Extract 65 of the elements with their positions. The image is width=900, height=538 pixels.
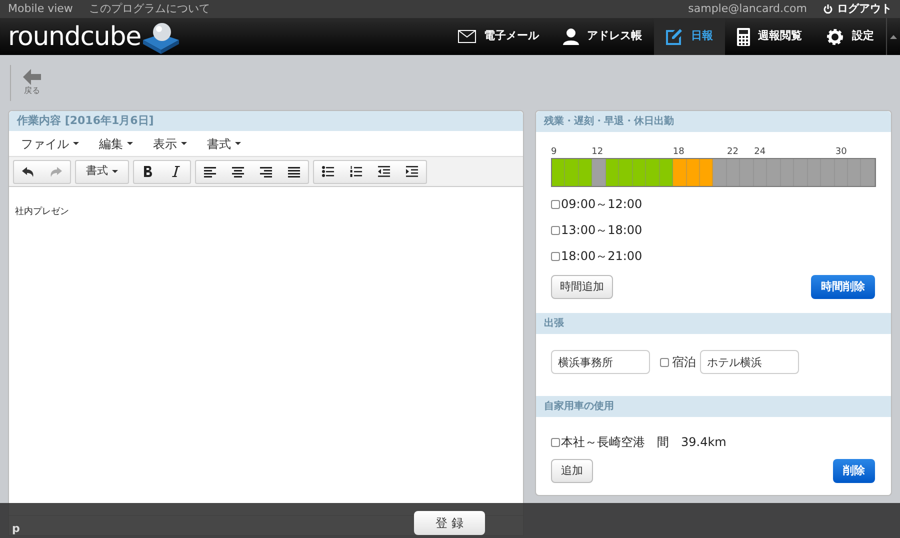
stay-checkbox[interactable]: 宿泊 bbox=[660, 353, 696, 371]
logo[interactable]: roundcube bbox=[0, 20, 181, 54]
top-link[interactable]: このプログラムについて bbox=[88, 0, 210, 18]
caret-icon bbox=[73, 142, 79, 145]
nav-tab[interactable]: 週報閲覧 bbox=[725, 18, 814, 55]
hour-label: 24 bbox=[754, 146, 766, 159]
delete-button[interactable]: 削除 bbox=[833, 459, 875, 483]
section-title: 自家用車の使用 bbox=[536, 396, 891, 417]
hour-label: 30 bbox=[835, 146, 847, 159]
editor-text[interactable]: 社内プレゼン bbox=[15, 207, 69, 217]
back-button[interactable]: 戻る bbox=[10, 64, 45, 100]
time-slot-checkbox[interactable]: 18:00～21:00 bbox=[551, 247, 876, 265]
menu-item[interactable]: ファイル bbox=[21, 134, 79, 152]
calculator-icon bbox=[737, 28, 750, 46]
settings-icon bbox=[826, 28, 844, 46]
undo-icon bbox=[22, 166, 34, 176]
nav-tab[interactable]: 設定 bbox=[814, 18, 886, 55]
nav-tab[interactable]: 電子メール bbox=[446, 18, 551, 55]
time-slot-checkbox[interactable]: 13:00～18:00 bbox=[551, 221, 876, 239]
user-email: sample@lancard.com bbox=[688, 0, 807, 17]
caret-icon bbox=[235, 142, 241, 145]
section-title: 出張 bbox=[536, 313, 891, 334]
nav-tab[interactable]: 日報 bbox=[654, 18, 725, 55]
bullet-list-icon bbox=[322, 166, 334, 177]
indent-icon bbox=[406, 166, 418, 177]
section-title: 残業・遅刻・早退・休日出勤 bbox=[536, 111, 891, 132]
menu-item[interactable]: 表示 bbox=[153, 134, 187, 152]
top-link[interactable]: Mobile view bbox=[8, 0, 73, 18]
hotel-field[interactable]: ホテル横浜 bbox=[700, 350, 799, 374]
caret-icon bbox=[112, 170, 118, 173]
justify-icon bbox=[288, 166, 300, 178]
route-checkbox[interactable]: 本社～長崎空港 間 39.4km bbox=[551, 433, 876, 451]
hour-label: 18 bbox=[672, 146, 684, 159]
submit-button[interactable]: 登 録 bbox=[414, 511, 485, 535]
align-right-icon bbox=[260, 166, 272, 178]
time-slot-checkbox[interactable]: 09:00～12:00 bbox=[551, 195, 876, 213]
caret-icon bbox=[127, 142, 133, 145]
format-dropdown[interactable]: 書式 bbox=[75, 160, 129, 184]
add-time-button[interactable]: 時間追加 bbox=[551, 275, 613, 299]
nav-tab[interactable]: アドレス帳 bbox=[551, 18, 654, 55]
add-button[interactable]: 追加 bbox=[551, 459, 593, 483]
outdent-icon bbox=[378, 166, 390, 177]
caret-icon bbox=[181, 142, 187, 145]
hour-label: 9 bbox=[551, 146, 557, 159]
person-icon bbox=[563, 28, 579, 45]
logout-link[interactable]: ログアウト bbox=[823, 0, 892, 18]
collapse-icon bbox=[890, 34, 897, 38]
redo-icon bbox=[50, 166, 62, 176]
menu-item[interactable]: 編集 bbox=[99, 134, 133, 152]
back-arrow-icon bbox=[23, 68, 41, 84]
align-left-icon bbox=[204, 166, 216, 178]
delete-time-button[interactable]: 時間削除 bbox=[811, 275, 875, 299]
bold-icon bbox=[144, 166, 152, 177]
menu-item[interactable]: 書式 bbox=[207, 134, 241, 152]
align-center-icon bbox=[232, 166, 244, 178]
pen-icon bbox=[666, 28, 683, 45]
hour-label: 12 bbox=[592, 146, 604, 159]
power-icon bbox=[823, 4, 833, 14]
italic-icon bbox=[172, 166, 180, 177]
panel-title: 作業内容 [2016年1月6日] bbox=[9, 111, 523, 131]
hour-label: 22 bbox=[727, 146, 738, 159]
element-path: p bbox=[12, 520, 20, 536]
destination-field[interactable]: 横浜事務所 bbox=[551, 350, 650, 374]
envelope-icon bbox=[458, 30, 476, 43]
numbered-list-icon bbox=[350, 166, 362, 177]
